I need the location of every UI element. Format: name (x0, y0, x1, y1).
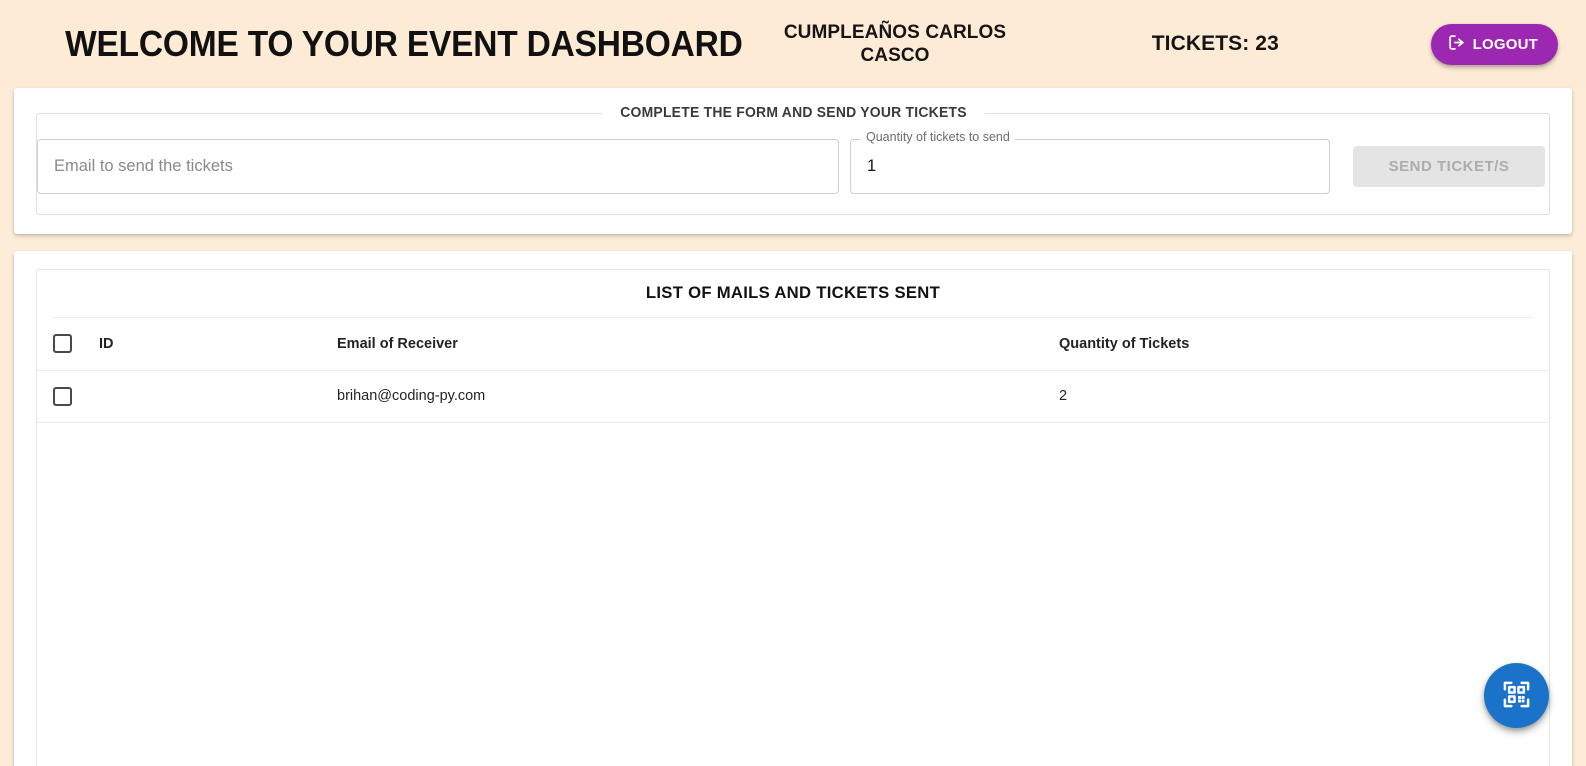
column-header-email: Email of Receiver (337, 318, 1059, 371)
tickets-table: ID Email of Receiver Quantity of Tickets… (37, 318, 1549, 423)
column-header-id: ID (99, 318, 337, 371)
page-root: WELCOME TO YOUR EVENT DASHBOARD CUMPLEAÑ… (0, 0, 1586, 766)
cell-id (99, 370, 337, 423)
column-header-quantity: Quantity of Tickets (1059, 318, 1549, 371)
app-header: WELCOME TO YOUR EVENT DASHBOARD CUMPLEAÑ… (0, 0, 1586, 88)
send-tickets-card: COMPLETE THE FORM AND SEND YOUR TICKETS … (14, 88, 1572, 234)
logout-icon (1447, 33, 1466, 56)
select-all-checkbox[interactable] (53, 334, 72, 354)
send-tickets-button[interactable]: SEND TICKET/S (1353, 146, 1545, 187)
event-name: CUMPLEAÑOS CARLOS CASCO (783, 21, 1007, 66)
table-row[interactable]: brihan@coding-py.com 2 (37, 370, 1549, 423)
row-select-cell (37, 370, 99, 423)
email-input[interactable] (37, 139, 839, 194)
scan-qr-fab[interactable] (1484, 663, 1549, 728)
select-all-cell (37, 318, 99, 371)
cell-quantity: 2 (1059, 370, 1549, 423)
quantity-field-wrapper: Quantity of tickets to send (850, 131, 1330, 194)
tickets-table-card: LIST OF MAILS AND TICKETS SENT ID Email … (14, 251, 1572, 766)
table-head: ID Email of Receiver Quantity of Tickets (37, 318, 1549, 371)
tickets-table-container: LIST OF MAILS AND TICKETS SENT ID Email … (36, 269, 1550, 766)
tickets-count: TICKETS: 23 (1151, 32, 1279, 55)
logout-button[interactable]: LOGOUT (1430, 23, 1558, 65)
quantity-input[interactable] (850, 139, 1330, 194)
qr-code-scan-icon (1501, 679, 1532, 713)
row-checkbox[interactable] (53, 386, 72, 406)
table-header-row: ID Email of Receiver Quantity of Tickets (37, 318, 1549, 371)
logout-label: LOGOUT (1472, 35, 1538, 53)
cell-email: brihan@coding-py.com (337, 370, 1059, 423)
form-row: Quantity of tickets to send SEND TICKET/… (37, 131, 1549, 194)
send-tickets-fieldset: COMPLETE THE FORM AND SEND YOUR TICKETS … (36, 105, 1550, 215)
table-caption: LIST OF MAILS AND TICKETS SENT (52, 270, 1534, 318)
table-body: brihan@coding-py.com 2 (37, 370, 1549, 423)
page-title: WELCOME TO YOUR EVENT DASHBOARD (65, 23, 743, 64)
form-legend: COMPLETE THE FORM AND SEND YOUR TICKETS (619, 105, 967, 121)
